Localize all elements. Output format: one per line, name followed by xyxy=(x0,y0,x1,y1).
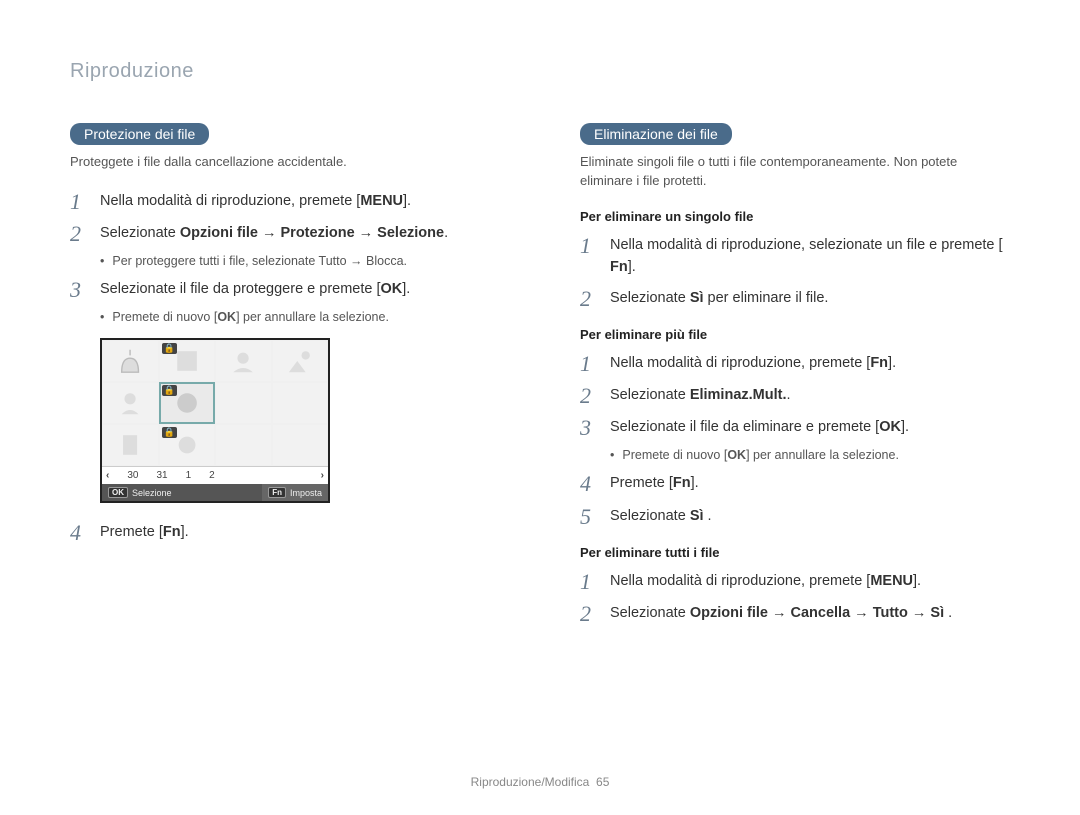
thumb-cell: 🔒 xyxy=(159,340,216,382)
step-text: Nella modalità di riproduzione, premete … xyxy=(610,352,896,374)
step-number: 3 xyxy=(580,416,598,440)
subhead-single: Per eliminare un singolo file xyxy=(580,209,1010,224)
step-number: 1 xyxy=(70,190,88,214)
button-row: OKSelezione FnImposta xyxy=(102,484,328,501)
step-number: 2 xyxy=(70,222,88,246)
thumb-cell xyxy=(102,424,159,466)
step-text: Premete [Fn]. xyxy=(100,521,189,543)
fn-key: Fn xyxy=(610,256,628,278)
lock-icon: 🔒 xyxy=(162,343,177,354)
step-number: 2 xyxy=(580,384,598,408)
step: 3 Selezionate il file da proteggere e pr… xyxy=(70,278,500,302)
fn-set: FnImposta xyxy=(262,484,328,501)
step: 2 Selezionate Opzioni file → Cancella → … xyxy=(580,602,1010,626)
thumb-cell xyxy=(215,382,272,424)
section-pill-protect: Protezione dei file xyxy=(70,123,209,145)
ok-key: OK xyxy=(727,448,746,462)
step: 1 Nella modalità di riproduzione, premet… xyxy=(580,352,1010,376)
step-text: Nella modalità di riproduzione, selezion… xyxy=(610,234,1010,279)
step: 1 Nella modalità di riproduzione, selezi… xyxy=(580,234,1010,279)
step: 3 Selezionate il file da eliminare e pre… xyxy=(580,416,1010,440)
step-number: 2 xyxy=(580,287,598,311)
step-number: 5 xyxy=(580,505,598,529)
lock-icon: 🔒 xyxy=(162,385,177,396)
lock-icon: 🔒 xyxy=(162,427,177,438)
step: 5 Selezionate Sì . xyxy=(580,505,1010,529)
sub-bullet: Premete di nuovo [OK] per annullare la s… xyxy=(100,310,500,324)
step-number: 1 xyxy=(580,352,598,376)
thumb-cell xyxy=(272,424,329,466)
fn-key: Fn xyxy=(673,472,691,494)
step: 1 Nella modalità di riproduzione, premet… xyxy=(580,570,1010,594)
thumb-cell xyxy=(272,382,329,424)
step: 1 Nella modalità di riproduzione, premet… xyxy=(70,190,500,214)
subhead-multi: Per eliminare più file xyxy=(580,327,1010,342)
subhead-all: Per eliminare tutti i file xyxy=(580,545,1010,560)
step: 2 Selezionate Opzioni file → Protezione … xyxy=(70,222,500,246)
step-text: Premete [Fn]. xyxy=(610,472,699,494)
step-number: 4 xyxy=(70,521,88,545)
thumbnail-screen: 🔒 🔒 🔒 ‹ 30 31 1 2 › OKSel xyxy=(100,338,330,503)
date-label: 31 xyxy=(156,470,167,481)
step-text: Selezionate Opzioni file → Protezione → … xyxy=(100,222,448,244)
step-text: Nella modalità di riproduzione, premete … xyxy=(610,570,921,592)
date-label: 30 xyxy=(127,470,138,481)
date-label: 2 xyxy=(209,470,215,481)
sub-bullet: Per proteggere tutti i file, selezionate… xyxy=(100,254,500,268)
thumb-cell xyxy=(215,424,272,466)
fn-key: Fn xyxy=(268,487,286,498)
step-number: 3 xyxy=(70,278,88,302)
step-text: Nella modalità di riproduzione, premete … xyxy=(100,190,411,212)
footer-page: 65 xyxy=(596,775,609,789)
step: 2 Selezionate Eliminaz.Mult.. xyxy=(580,384,1010,408)
arrow-right-icon: › xyxy=(321,470,324,481)
thumb-cell xyxy=(272,340,329,382)
step-number: 1 xyxy=(580,234,598,258)
date-label: 1 xyxy=(186,470,192,481)
step-number: 2 xyxy=(580,602,598,626)
step-number: 1 xyxy=(580,570,598,594)
step-text: Selezionate Sì . xyxy=(610,505,712,527)
thumb-cell: 🔒 xyxy=(159,424,216,466)
date-row: ‹ 30 31 1 2 › xyxy=(102,466,328,484)
thumb-cell-selected: 🔒 xyxy=(159,382,216,424)
step: 4 Premete [Fn]. xyxy=(70,521,500,545)
step-text: Selezionate il file da proteggere e prem… xyxy=(100,278,410,300)
ok-key: OK xyxy=(108,487,128,498)
step-text: Selezionate Eliminaz.Mult.. xyxy=(610,384,791,406)
left-column: Protezione dei file Proteggete i file da… xyxy=(70,123,500,634)
fn-key: Fn xyxy=(870,352,888,374)
ok-key: OK xyxy=(879,416,901,438)
menu-key: MENU xyxy=(360,190,403,212)
ok-key: OK xyxy=(381,278,403,300)
ok-key: OK xyxy=(217,310,236,324)
step-text: Selezionate il file da eliminare e preme… xyxy=(610,416,909,438)
page-footer: Riproduzione/Modifica 65 xyxy=(0,775,1080,789)
fn-key: Fn xyxy=(163,521,181,543)
step-number: 4 xyxy=(580,472,598,496)
step-text: Selezionate Opzioni file → Cancella → Tu… xyxy=(610,602,952,624)
step: 4 Premete [Fn]. xyxy=(580,472,1010,496)
step-text: Selezionate Sì per eliminare il file. xyxy=(610,287,828,309)
thumb-cell xyxy=(102,382,159,424)
step: 2 Selezionate Sì per eliminare il file. xyxy=(580,287,1010,311)
footer-section: Riproduzione/Modifica xyxy=(471,775,590,789)
thumb-cell xyxy=(215,340,272,382)
menu-key: MENU xyxy=(870,570,913,592)
thumb-cell xyxy=(102,340,159,382)
sub-bullet: Premete di nuovo [OK] per annullare la s… xyxy=(610,448,1010,462)
section-pill-delete: Eliminazione dei file xyxy=(580,123,732,145)
intro-delete: Eliminate singoli file o tutti i file co… xyxy=(580,153,1010,191)
intro-protect: Proteggete i file dalla cancellazione ac… xyxy=(70,153,500,172)
right-column: Eliminazione dei file Eliminate singoli … xyxy=(580,123,1010,634)
arrow-left-icon: ‹ xyxy=(106,470,109,481)
page-header: Riproduzione xyxy=(70,60,1010,83)
ok-selection: OKSelezione xyxy=(102,484,178,501)
